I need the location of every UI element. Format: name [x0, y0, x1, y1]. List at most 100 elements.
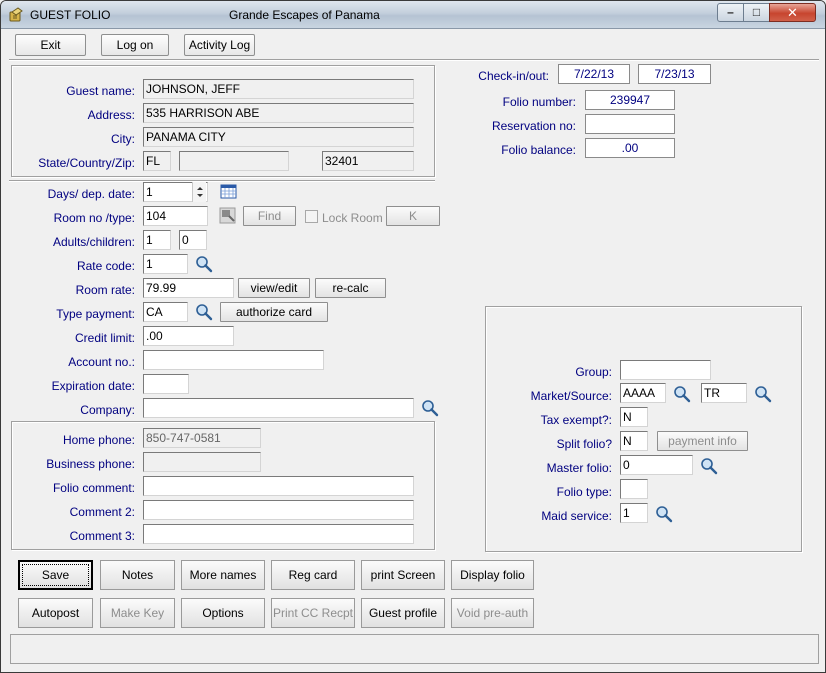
market-source-label: Market/Source: [530, 389, 612, 403]
comment3-field[interactable] [143, 524, 414, 544]
country-field[interactable] [179, 151, 289, 171]
print-cc-receipt-button[interactable]: Print CC Recpt [271, 598, 355, 628]
rate-code-search-icon[interactable] [195, 255, 213, 273]
folio-comment-field[interactable] [143, 476, 414, 496]
folio-comment-label: Folio comment: [52, 481, 135, 495]
adults-field[interactable]: 1 [143, 230, 171, 250]
address-field[interactable]: 535 HARRISON ABE [143, 103, 414, 123]
type-payment-label: Type payment: [56, 307, 135, 321]
find-button[interactable]: Find [243, 206, 296, 226]
master-folio-field[interactable]: 0 [620, 455, 693, 475]
adults-children-label: Adults/children: [52, 235, 135, 249]
type-payment-field[interactable]: CA [143, 302, 188, 322]
home-phone-label: Home phone: [62, 433, 135, 447]
comment2-label: Comment 2: [69, 505, 135, 519]
void-preauth-button[interactable]: Void pre-auth [451, 598, 534, 628]
room-type-lookup-icon[interactable] [219, 207, 236, 224]
expiration-field[interactable] [143, 374, 189, 394]
room-rate-label: Room rate: [75, 283, 135, 297]
checkin-date-field[interactable]: 7/22/13 [558, 64, 630, 84]
group-label: Group: [575, 365, 612, 379]
maid-service-field[interactable]: 1 [620, 503, 648, 523]
comment2-field[interactable] [143, 500, 414, 520]
account-field[interactable] [143, 350, 324, 370]
city-field[interactable]: PANAMA CITY [143, 127, 414, 147]
split-folio-field[interactable]: N [620, 431, 648, 451]
rate-code-label: Rate code: [76, 259, 135, 273]
close-icon: ✕ [787, 5, 798, 20]
logon-button[interactable]: Log on [101, 34, 169, 56]
room-rate-field[interactable]: 79.99 [143, 278, 234, 298]
payment-info-button[interactable]: payment info [657, 431, 748, 451]
city-label: City: [111, 132, 135, 146]
expiration-label: Expiration date: [51, 379, 135, 393]
title-bar: GUEST FOLIO Grande Escapes of Panama – □… [1, 1, 825, 29]
guest-name-field[interactable]: JOHNSON, JEFF [143, 79, 414, 99]
master-folio-label: Master folio: [546, 461, 612, 475]
toolbar-separator [9, 59, 819, 61]
tax-exempt-label: Tax exempt?: [540, 413, 612, 427]
guest-separator [9, 180, 435, 182]
authorize-card-button[interactable]: authorize card [220, 302, 328, 322]
credit-limit-label: Credit limit: [74, 331, 135, 345]
market-field[interactable]: AAAA [620, 383, 666, 403]
maid-service-label: Maid service: [541, 509, 612, 523]
state-field[interactable]: FL [143, 151, 171, 171]
autopost-button[interactable]: Autopost [18, 598, 93, 628]
reservation-field[interactable] [585, 114, 675, 134]
close-button[interactable]: ✕ [769, 3, 816, 22]
days-label: Days/ dep. date: [47, 187, 135, 201]
split-folio-label: Split folio? [556, 437, 612, 451]
maid-service-search-icon[interactable] [655, 505, 673, 523]
zip-field[interactable]: 32401 [322, 151, 414, 171]
company-field[interactable] [143, 398, 414, 418]
exit-button[interactable]: Exit [15, 34, 86, 56]
lock-room-checkbox[interactable] [305, 210, 318, 223]
payment-search-icon[interactable] [195, 303, 213, 321]
print-screen-button[interactable]: print Screen [361, 560, 445, 590]
minimize-icon: – [727, 5, 734, 19]
recalc-button[interactable]: re-calc [315, 278, 386, 298]
activity-log-button[interactable]: Activity Log [184, 34, 255, 56]
company-search-icon[interactable] [421, 399, 439, 417]
master-folio-search-icon[interactable] [700, 457, 718, 475]
rate-code-field[interactable]: 1 [143, 254, 188, 274]
view-edit-button[interactable]: view/edit [238, 278, 310, 298]
folio-balance-label: Folio balance: [501, 143, 576, 157]
room-label: Room no /type: [53, 211, 135, 225]
folio-type-label: Folio type: [556, 485, 612, 499]
company-label: Company: [80, 403, 135, 417]
days-spinner[interactable] [192, 182, 206, 202]
source-field[interactable]: TR [701, 383, 747, 403]
maximize-button[interactable]: □ [743, 3, 770, 22]
source-search-icon[interactable] [754, 385, 772, 403]
guest-folio-window: GUEST FOLIO Grande Escapes of Panama – □… [0, 0, 826, 673]
minimize-button[interactable]: – [717, 3, 744, 22]
spinner-arrows-icon [197, 187, 203, 197]
more-names-button[interactable]: More names [181, 560, 265, 590]
options-button[interactable]: Options [181, 598, 265, 628]
k-button[interactable]: K [386, 206, 440, 226]
status-bar [10, 634, 819, 664]
folio-number-label: Folio number: [502, 95, 576, 109]
room-number-field[interactable]: 104 [143, 206, 208, 226]
notes-button[interactable]: Notes [100, 560, 175, 590]
folio-type-field[interactable] [620, 479, 648, 499]
reg-card-button[interactable]: Reg card [271, 560, 355, 590]
app-icon [9, 7, 23, 22]
credit-limit-field[interactable]: .00 [143, 326, 234, 346]
make-key-button[interactable]: Make Key [100, 598, 175, 628]
business-phone-field[interactable] [143, 452, 261, 472]
market-search-icon[interactable] [673, 385, 691, 403]
display-folio-button[interactable]: Display folio [451, 560, 534, 590]
calendar-icon[interactable] [220, 183, 237, 199]
save-button[interactable]: Save [18, 560, 93, 590]
maximize-icon: □ [752, 5, 761, 19]
tax-exempt-field[interactable]: N [620, 407, 648, 427]
guest-profile-button[interactable]: Guest profile [361, 598, 445, 628]
group-field[interactable] [620, 360, 711, 380]
children-field[interactable]: 0 [179, 230, 207, 250]
folio-balance-field: .00 [585, 138, 675, 158]
home-phone-field[interactable]: 850-747-0581 [143, 428, 261, 448]
checkout-date-field[interactable]: 7/23/13 [638, 64, 711, 84]
